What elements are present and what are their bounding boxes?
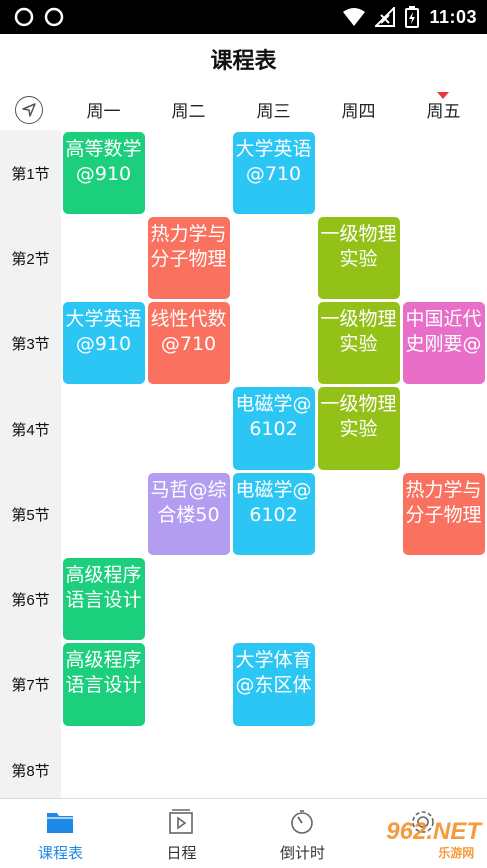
nav-item-timetable[interactable]: 课程表 (0, 799, 121, 868)
page-title: 课程表 (0, 34, 487, 90)
period-label: 第1节 (11, 165, 50, 183)
course-block[interactable]: 高等数学@910 (62, 131, 145, 214)
course-block[interactable]: 一级物理实验 (317, 216, 400, 300)
nav-label: 课程表 (37, 844, 83, 862)
course-block[interactable]: 大学体育@东区体 (232, 643, 315, 726)
nav-label: 倒计时 (279, 844, 325, 862)
period-label: 第8节 (11, 762, 50, 780)
day-header: 周三 (256, 102, 291, 122)
period-label: 第7节 (11, 677, 50, 695)
course-block[interactable]: 大学英语@910 (62, 302, 145, 385)
app-notification-icon (44, 7, 64, 27)
day-header: 周四 (341, 102, 376, 122)
course-block[interactable]: 热力学与分子物理 (402, 472, 485, 555)
period-label: 第4节 (11, 421, 50, 439)
course-block[interactable]: 高级程序语言设计 (62, 643, 145, 726)
watermark-sub: 乐游网 (438, 846, 475, 860)
timer-icon (291, 810, 313, 834)
status-bar: 11:03 (0, 0, 487, 34)
nav-item-schedule[interactable]: 日程 (121, 799, 242, 868)
navigation-arrow-icon (22, 103, 36, 117)
course-block[interactable]: 线性代数@710 (147, 302, 230, 385)
course-block[interactable]: 电磁学@6102 (232, 387, 315, 470)
course-block[interactable]: 大学英语@710 (232, 131, 315, 214)
course-block[interactable]: 电磁学@6102 (232, 472, 315, 555)
folder-icon (47, 813, 73, 833)
course-block[interactable]: 热力学与分子物理 (147, 216, 230, 300)
course-block[interactable]: 高级程序语言设计 (62, 558, 145, 641)
today-marker (437, 92, 449, 99)
period-label: 第2节 (11, 250, 50, 268)
period-column: 第1节第2节第3节第4节第5节第6节第7节第8节 (0, 130, 61, 798)
wifi-icon (343, 8, 366, 26)
app-notification-icon (14, 7, 34, 27)
watermark-brand: 962.NET (386, 818, 481, 845)
day-header: 周一 (86, 102, 121, 122)
course-block[interactable]: 一级物理实验 (317, 302, 400, 385)
battery-charging-icon (405, 6, 420, 28)
nav-label: 日程 (166, 844, 197, 862)
period-label: 第6节 (11, 592, 50, 610)
locate-week-button[interactable] (15, 96, 43, 124)
period-label: 第5节 (11, 506, 50, 524)
period-label: 第3节 (11, 336, 50, 354)
status-time: 11:03 (429, 6, 477, 27)
nav-item-countdown[interactable]: 倒计时 (242, 799, 363, 868)
week-header: 周一 周二 周三 周四 周五 (0, 90, 487, 130)
course-block[interactable]: 马哲@综合楼50 (147, 472, 230, 555)
signal-icon (375, 7, 396, 27)
calendar-play-icon (169, 809, 193, 834)
watermark-logo: 962.NET 乐游网 (386, 818, 481, 862)
day-header: 周二 (171, 102, 206, 122)
course-block[interactable]: 一级物理实验 (317, 387, 400, 470)
course-block[interactable]: 中国近代史刚要@ (402, 302, 485, 385)
